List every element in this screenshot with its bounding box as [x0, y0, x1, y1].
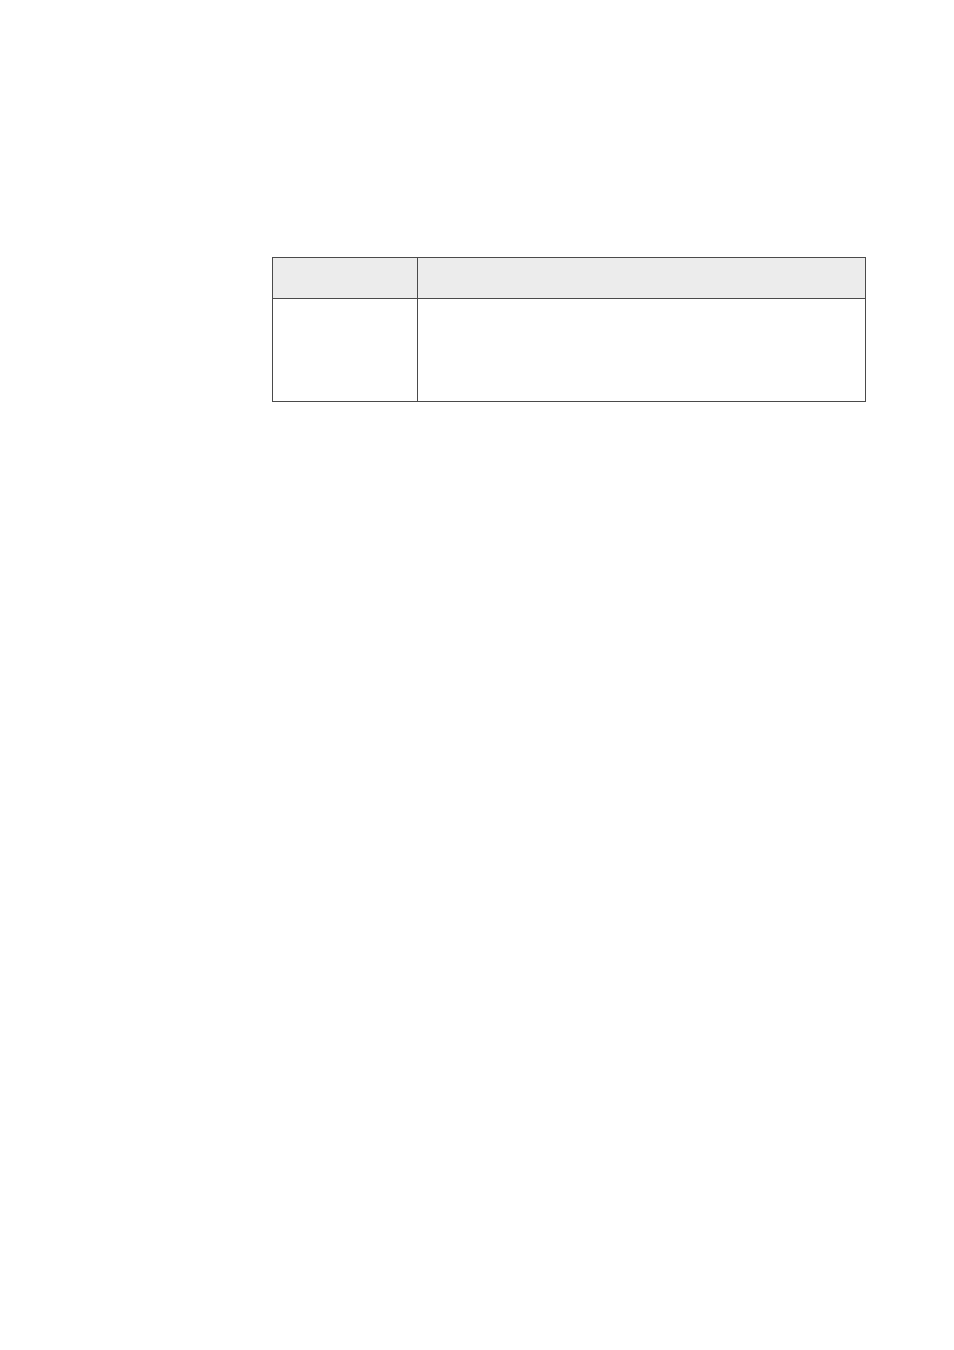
table-header-cell	[417, 258, 865, 299]
table-cell	[417, 299, 865, 402]
page	[0, 0, 954, 1350]
data-table	[272, 257, 866, 402]
table-header-cell	[273, 258, 418, 299]
table-row	[273, 299, 866, 402]
table-header-row	[273, 258, 866, 299]
table-cell	[273, 299, 418, 402]
